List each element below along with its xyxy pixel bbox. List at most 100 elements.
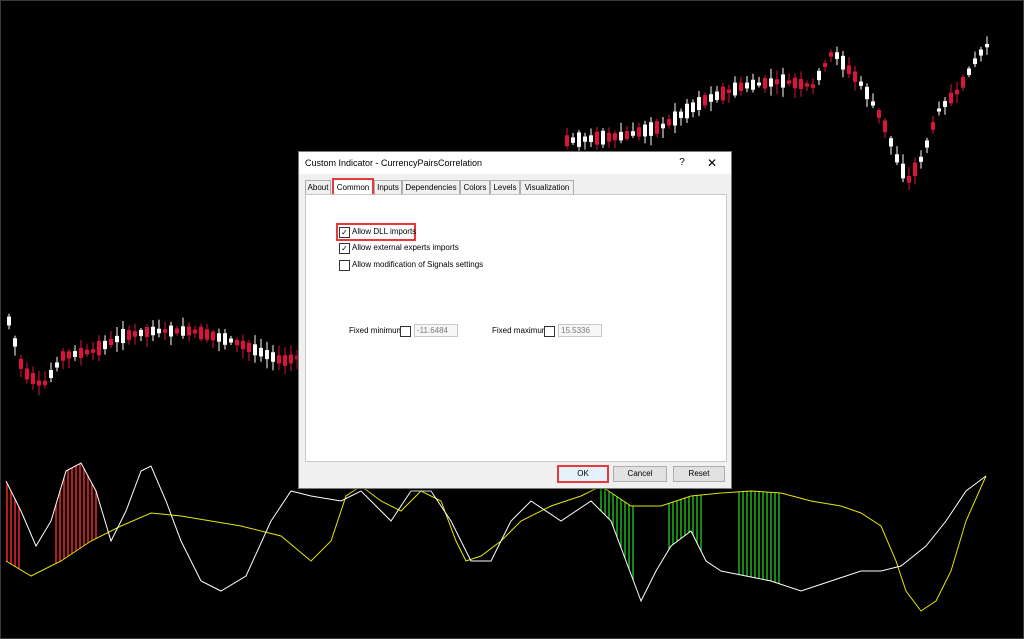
dialog-titlebar[interactable]: Custom Indicator - CurrencyPairsCorrelat…: [299, 152, 731, 174]
candle-body: [685, 103, 689, 119]
allow-signals-modification-checkbox[interactable]: [339, 260, 350, 271]
candle-body: [913, 162, 917, 177]
candle-body: [601, 130, 605, 145]
candle-body: [811, 84, 815, 88]
candle-body: [643, 124, 647, 137]
candle-body: [655, 121, 659, 134]
candle-body: [85, 349, 89, 355]
tab-levels[interactable]: Levels: [490, 180, 520, 194]
candle-body: [961, 76, 965, 88]
candle-body: [667, 119, 671, 126]
candle-body: [25, 368, 29, 380]
tab-inputs[interactable]: Inputs: [374, 180, 402, 194]
candle-body: [769, 78, 773, 87]
candle-body: [607, 132, 611, 142]
close-icon[interactable]: ✕: [705, 156, 719, 170]
candle-body: [865, 86, 869, 100]
candle-body: [43, 380, 47, 386]
candle-body: [877, 110, 881, 118]
candle-body: [175, 328, 179, 334]
candle-body: [571, 137, 575, 143]
candle-body: [841, 55, 845, 70]
candle-body: [127, 330, 131, 340]
cancel-button[interactable]: Cancel: [613, 466, 667, 482]
candle-body: [985, 43, 989, 48]
candle-body: [907, 176, 911, 183]
candle-body: [745, 82, 749, 89]
yellow-correlation-line: [5, 475, 987, 612]
candle-body: [109, 338, 113, 346]
candle-body: [583, 136, 587, 142]
candle-body: [949, 92, 953, 104]
candle-body: [7, 316, 11, 326]
candle-body: [133, 331, 137, 337]
candle-body: [49, 369, 53, 379]
candle-body: [793, 77, 797, 89]
candle-body: [721, 86, 725, 101]
reset-button[interactable]: Reset: [673, 466, 725, 482]
candle-body: [787, 80, 791, 84]
candle-body: [151, 326, 155, 336]
candle-body: [697, 97, 701, 110]
candle-body: [565, 135, 569, 147]
candle-body: [115, 335, 119, 343]
candle-body: [817, 70, 821, 81]
candle-body: [169, 325, 173, 337]
allow-external-experts-checkbox[interactable]: ✓: [339, 243, 350, 254]
candle-body: [91, 349, 95, 353]
candle-body: [673, 111, 677, 126]
candle-body: [97, 340, 101, 356]
fixed-maximum-checkbox[interactable]: [544, 326, 555, 337]
candle-body: [649, 122, 653, 136]
candle-body: [937, 108, 941, 112]
candle-body: [217, 333, 221, 342]
tab-visualization[interactable]: Visualization: [520, 180, 574, 194]
candle-body: [967, 68, 971, 76]
candle-body: [679, 111, 683, 118]
candle-body: [79, 347, 83, 359]
candle-body: [235, 339, 239, 346]
candle-body: [883, 120, 887, 133]
candle-body: [145, 326, 149, 338]
candle-body: [637, 127, 641, 137]
candle-body: [223, 333, 227, 345]
tab-dependencies[interactable]: Dependencies: [402, 180, 460, 194]
candle-body: [703, 95, 707, 106]
candle-body: [73, 351, 77, 357]
candle-body: [919, 156, 923, 162]
candle-body: [895, 154, 899, 163]
candle-body: [925, 140, 929, 148]
tab-about[interactable]: About: [305, 180, 331, 194]
candle-body: [187, 326, 191, 336]
candle-body: [181, 326, 185, 336]
candle-body: [763, 78, 767, 89]
candle-body: [241, 340, 245, 350]
candle-body: [739, 82, 743, 92]
candle-body: [277, 355, 281, 364]
candle-body: [163, 329, 167, 333]
fixed-minimum-input[interactable]: -11.6484: [414, 324, 458, 337]
tab-colors[interactable]: Colors: [460, 180, 490, 194]
candle-body: [247, 342, 251, 353]
fixed-maximum-input[interactable]: 15.5336: [558, 324, 602, 337]
candle-body: [19, 358, 23, 369]
candle-body: [265, 350, 269, 360]
allow-dll-imports-checkbox[interactable]: ✓: [339, 227, 350, 238]
candle-body: [859, 81, 863, 86]
candle-body: [625, 131, 629, 139]
common-tab-panel: ✓ Allow DLL imports ✓ Allow external exp…: [305, 194, 727, 462]
candle-body: [631, 131, 635, 136]
candle-body: [13, 338, 17, 347]
candle-body: [943, 101, 947, 107]
candle-body: [271, 352, 275, 362]
candle-body: [199, 326, 203, 340]
fixed-minimum-checkbox[interactable]: [400, 326, 411, 337]
candle-body: [613, 133, 617, 141]
candle-body: [595, 131, 599, 145]
help-button[interactable]: ?: [675, 156, 689, 170]
candle-body: [805, 83, 809, 87]
candle-body: [55, 362, 59, 368]
ok-button[interactable]: OK: [557, 465, 609, 483]
custom-indicator-dialog: Custom Indicator - CurrencyPairsCorrelat…: [298, 151, 732, 489]
allow-dll-imports-label: Allow DLL imports: [352, 227, 417, 236]
